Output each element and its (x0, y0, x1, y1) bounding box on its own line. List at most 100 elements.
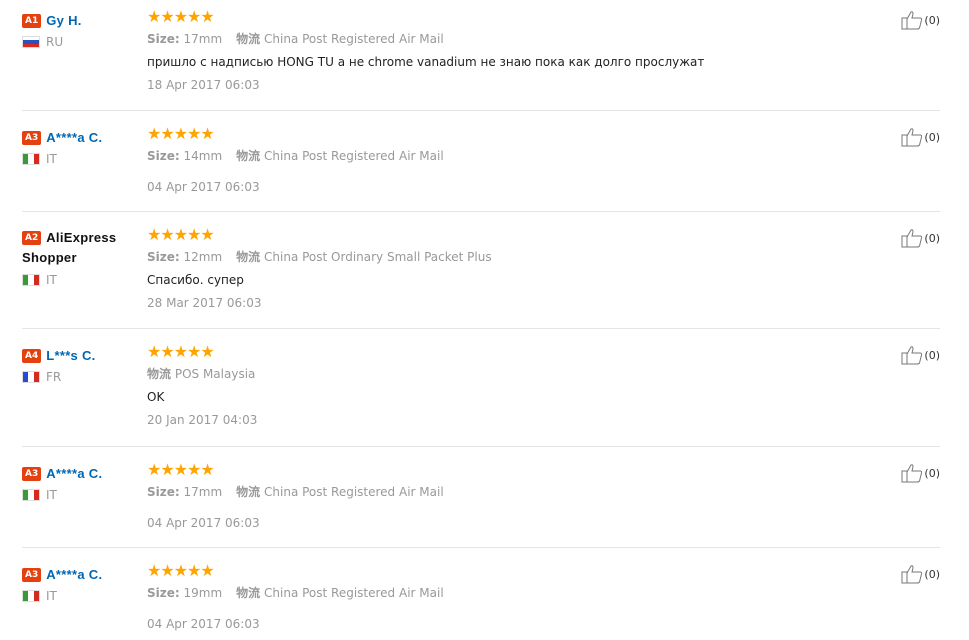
helpful-button[interactable]: (0) (901, 345, 940, 365)
shipping-label: 物流 (236, 250, 261, 264)
helpful-button[interactable]: (0) (901, 10, 940, 30)
review-item: A3 A****a C. IT ★★★★★ Size: 14mm 物流 China … (22, 111, 940, 212)
review-content: ★★★★★ Size: 19mm 物流 China Post Registered… (147, 562, 867, 632)
size-value: 19mm (183, 586, 223, 600)
review-text: Спасибо. супер (147, 273, 244, 287)
review-feed: A1 Gy H. RU ★★★★★ Size: 17mm 物流 China Post… (22, 0, 940, 640)
review-item: A3 A****a C. IT ★★★★★ Size: 17mm 物流 China … (22, 447, 940, 548)
order-attributes: 物流 POS Malaysia (147, 366, 867, 382)
helpful-count: (0) (924, 348, 940, 362)
buyer-name[interactable]: A****a C. (46, 130, 102, 145)
buyer-level-badge: A2 (22, 231, 42, 245)
review-date: 04 Apr 2017 06:03 (147, 617, 260, 631)
size-value: 14mm (183, 149, 223, 163)
star-rating: ★★★★★ (147, 460, 215, 479)
shipping-label: 物流 (236, 485, 261, 499)
buyer-name[interactable]: L***s C. (46, 348, 95, 363)
helpful-button[interactable]: (0) (901, 564, 940, 584)
review-item: A1 Gy H. RU ★★★★★ Size: 17mm 物流 China Post… (22, 0, 940, 111)
review-content: ★★★★★ Size: 14mm 物流 China Post Registered… (147, 125, 867, 195)
shipping-value: China Post Registered Air Mail (264, 149, 444, 163)
helpful-button[interactable]: (0) (901, 228, 940, 248)
buyer-country: IT (22, 589, 142, 603)
buyer-level-badge: A4 (22, 349, 42, 363)
thumbs-up-icon (901, 229, 923, 248)
buyer-country: IT (22, 488, 142, 502)
shipping-label: 物流 (236, 149, 261, 163)
buyer-info: A3 A****a C. IT (22, 463, 142, 502)
helpful-count: (0) (924, 466, 940, 480)
review-item: A2 AliExpress Shopper IT ★★★★★ Size: 12mm… (22, 212, 940, 329)
review-item: A4 L***s C. FR ★★★★★ 物流 POS Malaysia OK 2… (22, 329, 940, 447)
helpful-count: (0) (924, 13, 940, 27)
review-content: ★★★★★ Size: 17mm 物流 China Post Registered… (147, 461, 867, 531)
shipping-value: China Post Registered Air Mail (264, 586, 444, 600)
country-code: IT (46, 273, 57, 287)
size-label: Size: (147, 250, 180, 264)
buyer-country: FR (22, 370, 142, 384)
star-rating: ★★★★★ (147, 342, 215, 361)
helpful-button[interactable]: (0) (901, 463, 940, 483)
star-rating: ★★★★★ (147, 124, 215, 143)
buyer-country: IT (22, 152, 142, 166)
order-attributes: Size: 14mm 物流 China Post Registered Air M… (147, 148, 867, 164)
buyer-info: A3 A****a C. IT (22, 564, 142, 603)
shipping-value: China Post Registered Air Mail (264, 485, 444, 499)
shipping-label: 物流 (147, 367, 172, 381)
review-item: A3 A****a C. IT ★★★★★ Size: 19mm 物流 China … (22, 548, 940, 640)
size-value: 17mm (183, 485, 223, 499)
size-label: Size: (147, 586, 180, 600)
size-value: 12mm (183, 250, 223, 264)
shipping-value: China Post Registered Air Mail (264, 32, 444, 46)
helpful-button[interactable]: (0) (901, 127, 940, 147)
buyer-name[interactable]: A****a C. (46, 466, 102, 481)
country-code: RU (46, 35, 64, 49)
buyer-level-badge: A3 (22, 568, 42, 582)
shipping-label: 物流 (236, 586, 261, 600)
review-date: 04 Apr 2017 06:03 (147, 180, 260, 194)
shipping-label: 物流 (236, 32, 261, 46)
thumbs-up-icon (901, 346, 923, 365)
review-date: 28 Mar 2017 06:03 (147, 296, 262, 310)
buyer-info: A2 AliExpress Shopper IT (22, 227, 142, 287)
thumbs-up-icon (901, 464, 923, 483)
helpful-count: (0) (924, 231, 940, 245)
flag-fr-icon (22, 371, 40, 383)
review-date: 20 Jan 2017 04:03 (147, 413, 258, 427)
thumbs-up-icon (901, 128, 923, 147)
flag-ru-icon (22, 36, 40, 48)
review-text: пришло с надписью HONG TU а не chrome va… (147, 55, 705, 69)
star-rating: ★★★★★ (147, 225, 215, 244)
size-label: Size: (147, 32, 180, 46)
buyer-level-badge: A3 (22, 467, 42, 481)
flag-it-icon (22, 489, 40, 501)
order-attributes: Size: 19mm 物流 China Post Registered Air M… (147, 585, 867, 601)
thumbs-up-icon (901, 565, 923, 584)
size-value: 17mm (183, 32, 223, 46)
helpful-count: (0) (924, 130, 940, 144)
country-code: FR (46, 370, 62, 384)
review-date: 18 Apr 2017 06:03 (147, 78, 260, 92)
buyer-name[interactable]: A****a C. (46, 567, 102, 582)
buyer-level-badge: A1 (22, 14, 42, 28)
flag-it-icon (22, 153, 40, 165)
flag-it-icon (22, 590, 40, 602)
buyer-name[interactable]: Gy H. (46, 13, 81, 28)
review-content: ★★★★★ Size: 17mm 物流 China Post Registered… (147, 8, 867, 93)
country-code: IT (46, 589, 57, 603)
buyer-info: A4 L***s C. FR (22, 345, 142, 384)
flag-it-icon (22, 274, 40, 286)
order-attributes: Size: 17mm 物流 China Post Registered Air M… (147, 484, 867, 500)
review-content: ★★★★★ Size: 12mm 物流 China Post Ordinary S… (147, 226, 867, 311)
review-date: 04 Apr 2017 06:03 (147, 516, 260, 530)
review-content: ★★★★★ 物流 POS Malaysia OK 20 Jan 2017 04:… (147, 343, 867, 428)
size-label: Size: (147, 485, 180, 499)
shipping-value: China Post Ordinary Small Packet Plus (264, 250, 492, 264)
buyer-info: A3 A****a C. IT (22, 127, 142, 166)
order-attributes: Size: 17mm 物流 China Post Registered Air M… (147, 31, 867, 47)
buyer-country: IT (22, 273, 142, 287)
thumbs-up-icon (901, 11, 923, 30)
helpful-count: (0) (924, 567, 940, 581)
order-attributes: Size: 12mm 物流 China Post Ordinary Small P… (147, 249, 867, 265)
country-code: IT (46, 152, 57, 166)
